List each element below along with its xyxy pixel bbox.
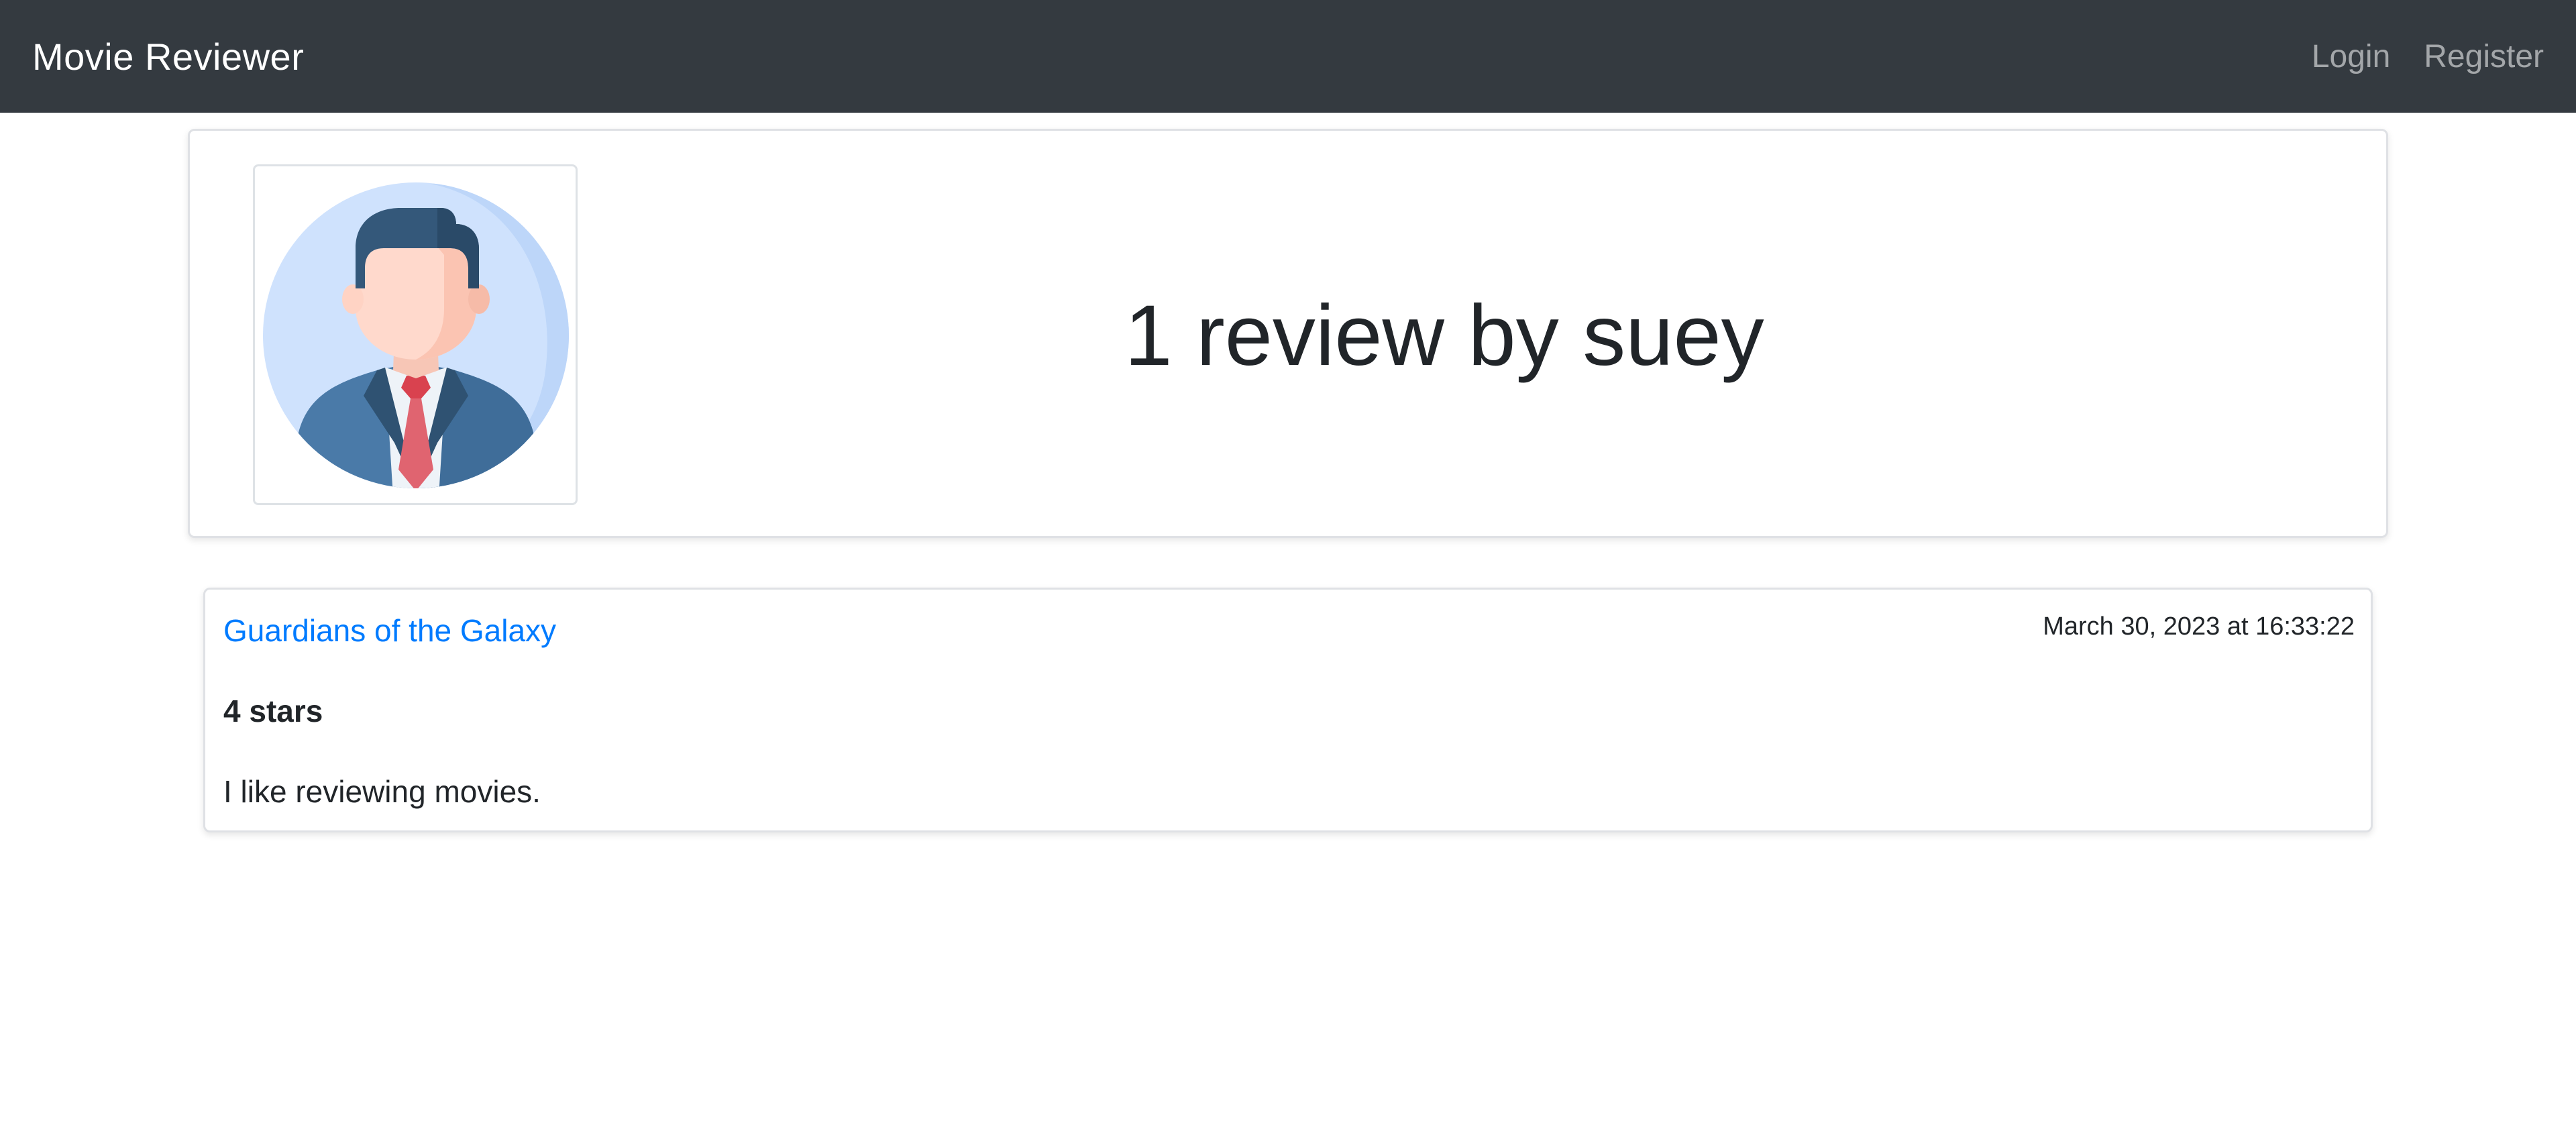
brand-link[interactable]: Movie Reviewer — [32, 35, 304, 78]
navbar: Movie Reviewer Login Register — [0, 0, 2576, 113]
profile-card: 1 review by suey — [188, 129, 2388, 538]
businessman-avatar-icon — [263, 182, 569, 488]
nav-links: Login Register — [2312, 38, 2544, 75]
review-rating: 4 stars — [223, 694, 323, 728]
movie-title-link[interactable]: Guardians of the Galaxy — [223, 612, 556, 649]
page-title: 1 review by suey — [1124, 287, 1764, 384]
review-body: I like reviewing movies. — [223, 774, 541, 809]
review-timestamp: March 30, 2023 at 16:33:22 — [2043, 612, 2355, 641]
review-card: Guardians of the Galaxy March 30, 2023 a… — [203, 588, 2373, 832]
register-link[interactable]: Register — [2424, 38, 2544, 75]
avatar — [253, 164, 578, 505]
login-link[interactable]: Login — [2312, 38, 2390, 75]
